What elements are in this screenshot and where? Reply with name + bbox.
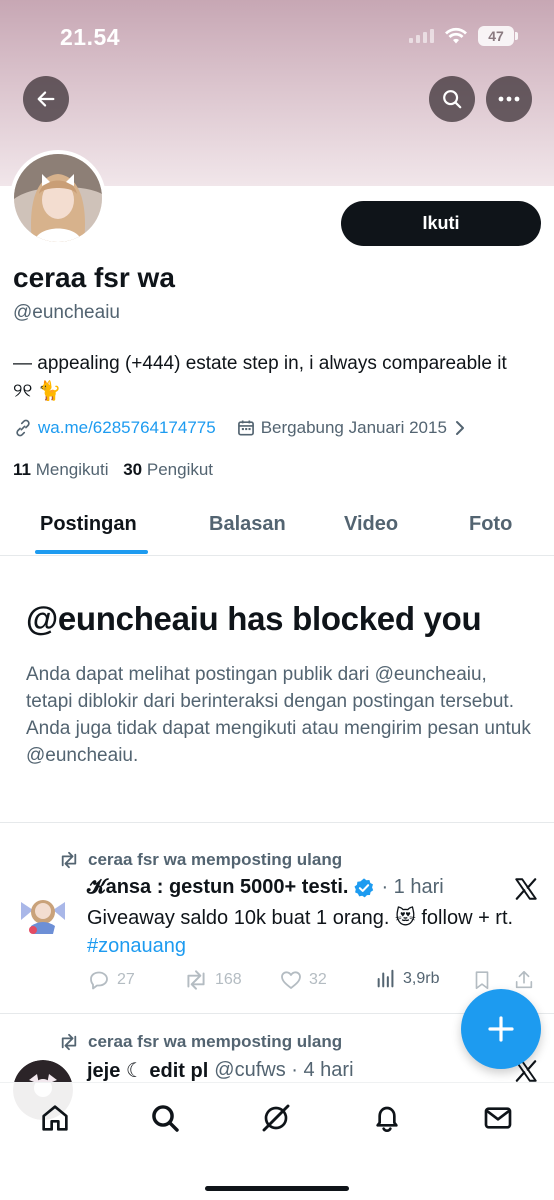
home-indicator (205, 1186, 349, 1191)
share-icon (515, 970, 533, 989)
views-count: 3,9rb (403, 970, 440, 987)
messages-envelope-icon (484, 1107, 512, 1129)
post-meta: @cufws · 4 hari (214, 1059, 354, 1081)
grok-icon (262, 1104, 290, 1132)
views-action[interactable]: 3,9rb (375, 968, 439, 990)
battery-indicator: 47 (478, 26, 518, 46)
divider (0, 822, 554, 823)
tab-video[interactable]: Video (344, 513, 398, 536)
post-meta: · 1 hari (381, 876, 444, 898)
wifi-icon (445, 27, 467, 44)
repost-icon (61, 1033, 77, 1051)
home-icon (42, 1105, 68, 1131)
heart-icon (281, 971, 301, 989)
blocked-description: Anda dapat melihat postingan publik dari… (26, 664, 531, 766)
views-chart-icon (377, 969, 394, 988)
verified-badge-icon (354, 877, 374, 897)
bottom-navigation (0, 1082, 554, 1200)
tab-foto[interactable]: Foto (469, 513, 512, 536)
like-count: 32 (309, 971, 327, 988)
display-name: ceraa fsr wa (13, 262, 175, 293)
more-dots-icon (498, 96, 520, 102)
profile-handle: @euncheaiu (13, 302, 120, 323)
plus-icon (488, 1016, 514, 1042)
arrow-left-icon (37, 91, 55, 107)
repost-label-text: ceraa fsr wa memposting ulang (88, 850, 343, 869)
search-icon (152, 1105, 179, 1132)
following-stat[interactable]: 11 Mengikuti (13, 460, 108, 479)
reply-action[interactable]: 27 (87, 968, 135, 992)
reply-count: 27 (117, 971, 135, 988)
repost-label: ceraa fsr wa memposting ulang (58, 1032, 342, 1052)
x-logo-icon[interactable] (513, 876, 539, 902)
notifications-bell-icon (376, 1106, 398, 1133)
more-options-button[interactable] (486, 76, 532, 122)
profile-tabs: Postingan Balasan Video Foto (0, 500, 554, 556)
nav-notifications[interactable] (370, 1101, 404, 1135)
post-actions: 27 168 32 3,9rb (87, 968, 537, 996)
active-tab-indicator (35, 550, 148, 554)
calendar-icon (237, 420, 254, 436)
nav-messages[interactable] (481, 1101, 515, 1135)
nav-grok[interactable] (259, 1101, 293, 1135)
chevron-right-icon[interactable] (451, 418, 469, 438)
post-text-body: Giveaway saldo 10k buat 1 orang. 😻 follo… (87, 907, 514, 929)
cellular-signal-icon (409, 29, 434, 43)
blocked-title: @euncheaiu has blocked you (26, 600, 482, 637)
search-button[interactable] (429, 76, 475, 122)
like-action[interactable]: 32 (279, 968, 327, 992)
profile-meta-row: wa.me/6285764174775 Bergabung Januari 20… (13, 418, 469, 438)
follow-stats: 11 Mengikuti 30 Pengikut (13, 460, 213, 480)
nav-search[interactable] (148, 1101, 182, 1135)
post-header: jeje ☾ edit pl @cufws · 4 hari (87, 1058, 354, 1083)
bookmark-action[interactable] (471, 968, 493, 992)
post-hashtag[interactable]: #zonauang (87, 935, 186, 957)
repost-icon (61, 851, 77, 869)
share-action[interactable] (513, 968, 535, 992)
follow-button[interactable]: Ikuti (341, 201, 541, 246)
repost-icon (187, 970, 205, 990)
post-author[interactable]: 𝓚ansa : gestun 5000+ testi. (87, 876, 348, 899)
profile-bio: — appealing (+444) estate step in, i alw… (13, 353, 507, 402)
post-header: 𝓚ansa : gestun 5000+ testi. · 1 hari (87, 876, 444, 899)
profile-avatar[interactable] (10, 150, 106, 246)
repost-label: ceraa fsr wa memposting ulang (58, 850, 342, 870)
post-author[interactable]: jeje ☾ edit pl (87, 1058, 208, 1083)
joined-date: Bergabung Januari 2015 (260, 418, 447, 437)
followers-stat[interactable]: 30 Pengikut (123, 460, 213, 479)
profile-link[interactable]: wa.me/6285764174775 (38, 418, 216, 438)
status-time: 21.54 (60, 24, 121, 50)
post-avatar-image (13, 882, 73, 942)
post-text: Giveaway saldo 10k buat 1 orang. 😻 follo… (87, 904, 527, 960)
status-icons: 47 (409, 26, 518, 46)
repost-count: 168 (215, 971, 242, 988)
link-icon (16, 419, 30, 437)
back-button[interactable] (23, 76, 69, 122)
compose-button[interactable] (461, 989, 541, 1069)
nav-home[interactable] (38, 1101, 72, 1135)
tab-postingan[interactable]: Postingan (40, 513, 137, 536)
avatar-photo (14, 154, 102, 242)
tab-balasan[interactable]: Balasan (209, 513, 286, 536)
post-avatar[interactable] (13, 882, 73, 942)
search-icon (443, 90, 462, 109)
reply-icon (90, 971, 108, 990)
repost-action[interactable]: 168 (183, 968, 242, 992)
repost-label-text: ceraa fsr wa memposting ulang (88, 1032, 343, 1051)
bookmark-icon (475, 971, 489, 990)
